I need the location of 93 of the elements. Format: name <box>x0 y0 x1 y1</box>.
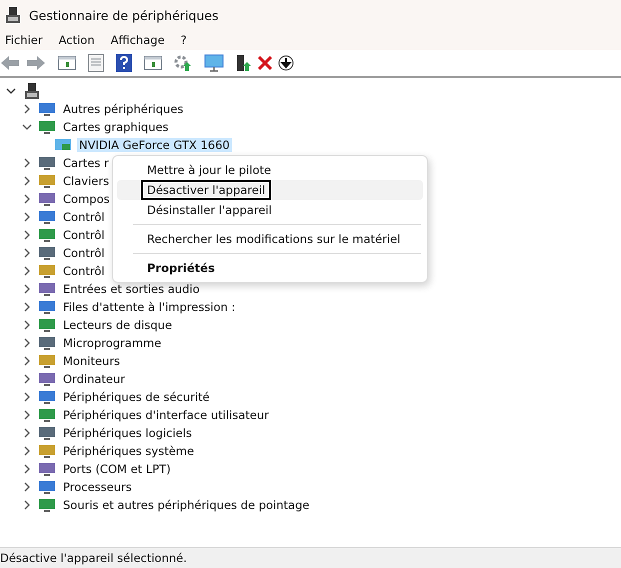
chevron-icon[interactable] <box>22 374 32 384</box>
chevron-icon[interactable] <box>22 194 32 204</box>
menu-option[interactable]: Rechercher les modifications sur le matériel <box>117 229 423 249</box>
window-title: Gestionnaire de périphériques <box>29 8 218 22</box>
device-enable-icon[interactable] <box>236 54 252 72</box>
tree-item[interactable]: Contrôl <box>61 228 107 242</box>
status-text: Désactive l'appareil sélectionné. <box>0 551 187 565</box>
tree-item[interactable]: Périphériques système <box>61 444 196 458</box>
tree-item[interactable]: Claviers <box>61 174 112 188</box>
chevron-icon[interactable] <box>22 266 32 276</box>
tree-item[interactable]: Entrées et sorties audio <box>61 282 202 296</box>
tree-item[interactable]: Moniteurs <box>61 354 122 368</box>
menu-item[interactable]: Action <box>58 33 95 47</box>
device-icon <box>38 335 56 351</box>
panel-icon[interactable] <box>144 55 162 71</box>
device-icon <box>38 317 56 333</box>
computer-node-icon <box>24 83 40 99</box>
device-icon <box>38 227 56 243</box>
gear-update-icon[interactable] <box>174 54 192 72</box>
device-icon <box>38 209 56 225</box>
menu-item[interactable]: ? <box>180 33 187 47</box>
chevron-icon[interactable] <box>22 176 32 186</box>
menu-option[interactable]: Désactiver l'appareil <box>117 180 423 200</box>
device-icon <box>38 119 56 135</box>
chevron-icon[interactable] <box>22 356 32 366</box>
tree-item[interactable]: NVIDIA GeForce GTX 1660 <box>77 138 232 152</box>
device-icon <box>38 101 56 117</box>
chevron-icon[interactable] <box>22 212 32 222</box>
device-icon <box>38 407 56 423</box>
device-icon <box>38 353 56 369</box>
forward-arrow-icon[interactable] <box>26 55 46 71</box>
menu-option[interactable]: Mettre à jour le pilote <box>117 160 423 180</box>
chevron-icon[interactable] <box>22 302 32 312</box>
download-icon[interactable] <box>278 55 294 71</box>
tree-item[interactable]: Cartes graphiques <box>61 120 171 134</box>
device-icon <box>38 281 56 297</box>
chevron-icon[interactable] <box>22 338 32 348</box>
tree-item[interactable]: Périphériques de sécurité <box>61 390 212 404</box>
remove-icon[interactable] <box>258 56 272 70</box>
menu-option[interactable]: Désinstaller l'appareil <box>117 200 423 220</box>
tree-item[interactable]: Microprogramme <box>61 336 164 350</box>
menu-item[interactable]: Affichage <box>110 33 165 47</box>
chevron-icon[interactable] <box>22 320 32 330</box>
tree-item[interactable]: Périphériques logiciels <box>61 426 194 440</box>
chevron-icon[interactable] <box>22 446 32 456</box>
device-icon <box>38 263 56 279</box>
tree-item[interactable]: Souris et autres périphériques de pointage <box>61 498 312 512</box>
chevron-icon[interactable] <box>22 464 32 474</box>
device-icon <box>38 461 56 477</box>
chevron-icon[interactable] <box>22 500 32 510</box>
chevron-icon[interactable] <box>22 410 32 420</box>
chevron-icon[interactable] <box>6 86 16 96</box>
chevron-icon[interactable] <box>22 392 32 402</box>
tree-item[interactable]: Contrôl <box>61 246 107 260</box>
chevron-icon[interactable] <box>22 248 32 258</box>
tree-item[interactable]: Compos <box>61 192 112 206</box>
graphics-card-icon <box>54 137 72 153</box>
device-icon <box>38 479 56 495</box>
device-icon <box>38 299 56 315</box>
tree-item[interactable]: Contrôl <box>61 264 107 278</box>
tree-item[interactable]: Périphériques d'interface utilisateur <box>61 408 271 422</box>
device-icon <box>38 389 56 405</box>
device-icon <box>38 191 56 207</box>
tree-item[interactable]: Cartes r <box>61 156 111 170</box>
help-icon[interactable] <box>116 54 132 72</box>
chevron-icon[interactable] <box>22 482 32 492</box>
chevron-icon[interactable] <box>22 284 32 294</box>
back-arrow-icon[interactable] <box>0 55 20 71</box>
menu-option[interactable]: Propriétés <box>117 258 423 278</box>
tree-item[interactable]: Autres périphériques <box>61 102 186 116</box>
chevron-icon[interactable] <box>22 428 32 438</box>
device-icon <box>38 497 56 513</box>
device-icon <box>38 443 56 459</box>
device-icon <box>38 155 56 171</box>
device-icon <box>38 245 56 261</box>
device-manager-icon <box>4 6 22 24</box>
tree-item[interactable]: Files d'attente à l'impression : <box>61 300 238 314</box>
device-icon <box>38 173 56 189</box>
tree-item[interactable]: Ports (COM et LPT) <box>61 462 173 476</box>
device-icon <box>38 425 56 441</box>
chevron-icon[interactable] <box>22 158 32 168</box>
monitor-icon[interactable] <box>204 54 224 72</box>
chevron-icon[interactable] <box>22 230 32 240</box>
chevron-icon[interactable] <box>22 104 32 114</box>
tree-item[interactable]: Processeurs <box>61 480 134 494</box>
menu-item[interactable]: Fichier <box>5 33 43 47</box>
tree-item[interactable]: Lecteurs de disque <box>61 318 174 332</box>
device-icon <box>38 371 56 387</box>
panel-icon[interactable] <box>58 55 76 71</box>
properties-icon[interactable] <box>88 54 104 72</box>
tree-item[interactable]: Contrôl <box>61 210 107 224</box>
chevron-icon[interactable] <box>22 122 32 132</box>
tree-item[interactable]: Ordinateur <box>61 372 128 386</box>
